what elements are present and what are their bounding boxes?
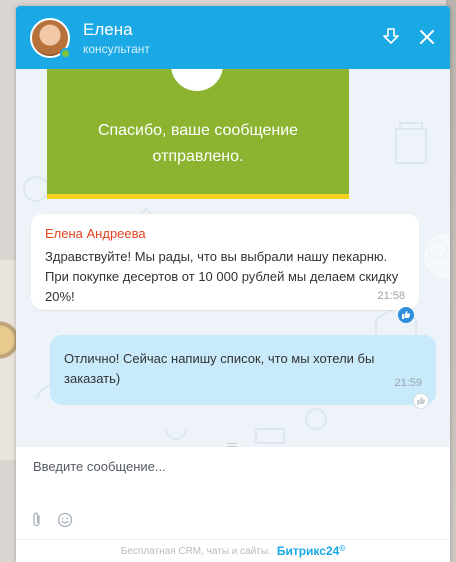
resize-handle[interactable] bbox=[227, 443, 237, 447]
message-author: Елена Андреева bbox=[45, 226, 146, 241]
like-button[interactable] bbox=[398, 307, 414, 323]
outgoing-message-time: 21:59 bbox=[394, 377, 422, 389]
thanks-card: Спасибо, ваше сообщение отправлено. bbox=[47, 69, 349, 199]
incoming-message-text: Здравствуйте! Мы рады, что вы выбрали на… bbox=[45, 249, 399, 304]
widget-footer: Бесплатная CRM, чаты и сайты. Битрикс24© bbox=[16, 539, 450, 562]
footer-text: Бесплатная CRM, чаты и сайты. bbox=[120, 545, 271, 557]
thanks-card-text: Спасибо, ваше сообщение отправлено. bbox=[47, 118, 349, 170]
online-status-indicator bbox=[60, 48, 71, 59]
operator-name: Елена bbox=[83, 20, 133, 39]
close-icon bbox=[420, 30, 434, 44]
attach-button[interactable] bbox=[28, 511, 46, 529]
chat-messages-area[interactable]: Спасибо, ваше сообщение отправлено. Елен… bbox=[16, 69, 450, 447]
minimize-icon bbox=[383, 28, 399, 44]
incoming-message: Елена Андреева Здравствуйте! Мы рады, чт… bbox=[31, 214, 419, 310]
close-button[interactable] bbox=[416, 26, 438, 48]
brand-name: Битрикс bbox=[276, 544, 326, 558]
thanks-card-icon bbox=[171, 69, 223, 91]
brand-number: 24 bbox=[325, 544, 340, 558]
like-button-outgoing[interactable] bbox=[413, 393, 429, 409]
attach-icon bbox=[33, 512, 40, 527]
incoming-message-time: 21:58 bbox=[377, 290, 405, 302]
smile-icon bbox=[57, 512, 73, 528]
thanks-line-1: Спасибо, ваше сообщение bbox=[97, 122, 299, 139]
like-icon bbox=[402, 311, 411, 319]
chat-widget: Елена консультант Спасибо, ваше сообщени… bbox=[16, 6, 450, 562]
message-input[interactable] bbox=[33, 455, 433, 477]
brand-mark: © bbox=[339, 544, 346, 553]
message-composer bbox=[16, 443, 450, 539]
thanks-line-2: отправлено. bbox=[152, 148, 244, 165]
outgoing-message-text: Отлично! Сейчас напишу список, что мы хо… bbox=[64, 351, 375, 386]
chat-header: Елена консультант bbox=[16, 6, 450, 69]
minimize-button[interactable] bbox=[380, 26, 402, 48]
outgoing-message: Отлично! Сейчас напишу список, что мы хо… bbox=[50, 335, 436, 405]
emoji-button[interactable] bbox=[56, 511, 74, 529]
operator-role: консультант bbox=[83, 42, 150, 56]
bitrix24-link[interactable]: Битрикс24© bbox=[277, 544, 345, 558]
like-icon bbox=[417, 397, 426, 405]
